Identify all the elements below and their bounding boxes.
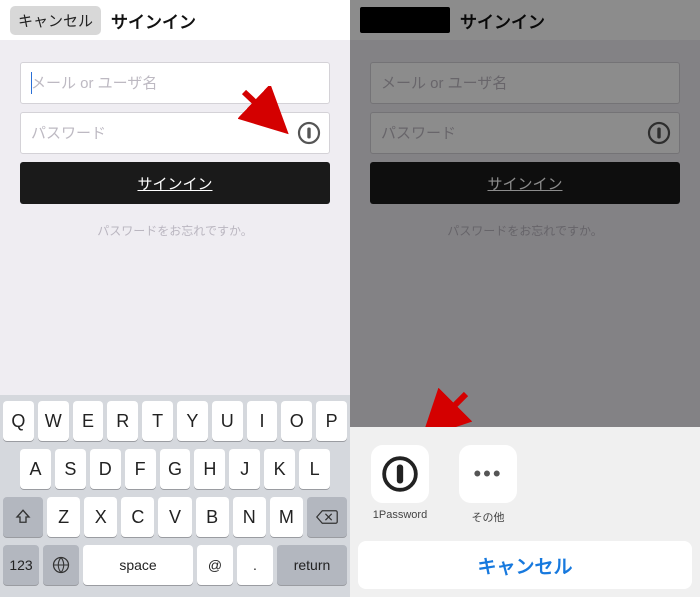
key-h[interactable]: H xyxy=(194,449,225,489)
key-return[interactable]: return xyxy=(277,545,347,585)
key-k[interactable]: K xyxy=(264,449,295,489)
key-f[interactable]: F xyxy=(125,449,156,489)
keyboard-row-1: Q W E R T Y U I O P xyxy=(3,401,347,441)
sheet-item-1password[interactable]: 1Password xyxy=(368,445,432,525)
keyboard-row-3: Z X C V B N M xyxy=(3,497,347,537)
forgot-password-link[interactable]: パスワードをお忘れですか。 xyxy=(370,222,680,239)
key-s[interactable]: S xyxy=(55,449,86,489)
key-v[interactable]: V xyxy=(158,497,191,537)
key-b[interactable]: B xyxy=(196,497,229,537)
screen-right: サインイン サインイン パスワードをお忘れですか。 xyxy=(350,0,700,597)
key-dot[interactable]: . xyxy=(237,545,273,585)
onepassword-icon[interactable] xyxy=(297,121,321,145)
keyboard-row-4: 123 space @ . return xyxy=(3,545,347,585)
globe-icon[interactable] xyxy=(43,545,79,585)
cancel-button[interactable]: キャンセル xyxy=(10,6,101,35)
key-y[interactable]: Y xyxy=(177,401,208,441)
key-at[interactable]: @ xyxy=(197,545,233,585)
key-o[interactable]: O xyxy=(281,401,312,441)
backspace-icon[interactable] xyxy=(307,497,347,537)
key-l[interactable]: L xyxy=(299,449,330,489)
forgot-password-link[interactable]: パスワードをお忘れですか。 xyxy=(20,222,330,239)
email-field[interactable] xyxy=(31,75,319,92)
sheet-item-label: 1Password xyxy=(373,509,427,521)
key-e[interactable]: E xyxy=(73,401,104,441)
key-t[interactable]: T xyxy=(142,401,173,441)
password-field-wrap[interactable] xyxy=(370,112,680,154)
keyboard: Q W E R T Y U I O P A S D F G H J K L Z xyxy=(0,395,350,597)
signin-button[interactable]: サインイン xyxy=(370,162,680,204)
key-i[interactable]: I xyxy=(247,401,278,441)
email-field[interactable] xyxy=(381,75,669,92)
more-icon: ••• xyxy=(459,445,517,503)
key-123[interactable]: 123 xyxy=(3,545,39,585)
redacted-button xyxy=(360,7,450,33)
key-q[interactable]: Q xyxy=(3,401,34,441)
key-g[interactable]: G xyxy=(160,449,191,489)
key-p[interactable]: P xyxy=(316,401,347,441)
share-sheet: 1Password ••• その他 キャンセル xyxy=(350,427,700,597)
password-field-wrap[interactable] xyxy=(20,112,330,154)
keyboard-row-2: A S D F G H J K L xyxy=(3,449,347,489)
key-z[interactable]: Z xyxy=(47,497,80,537)
key-j[interactable]: J xyxy=(229,449,260,489)
key-a[interactable]: A xyxy=(20,449,51,489)
sheet-item-more[interactable]: ••• その他 xyxy=(456,445,520,525)
key-c[interactable]: C xyxy=(121,497,154,537)
page-title: サインイン xyxy=(111,8,196,33)
password-field[interactable] xyxy=(381,125,669,142)
password-field[interactable] xyxy=(31,125,319,142)
key-x[interactable]: X xyxy=(84,497,117,537)
screen-left: キャンセル サインイン サインイン パスワードをお忘れですか。 xyxy=(0,0,350,597)
key-r[interactable]: R xyxy=(107,401,138,441)
key-d[interactable]: D xyxy=(90,449,121,489)
page-title: サインイン xyxy=(460,8,545,33)
sheet-item-label: その他 xyxy=(472,509,505,525)
key-u[interactable]: U xyxy=(212,401,243,441)
onepassword-icon xyxy=(371,445,429,503)
shift-icon[interactable] xyxy=(3,497,43,537)
key-n[interactable]: N xyxy=(233,497,266,537)
key-w[interactable]: W xyxy=(38,401,69,441)
text-caret xyxy=(31,72,32,94)
onepassword-icon[interactable] xyxy=(647,121,671,145)
key-m[interactable]: M xyxy=(270,497,303,537)
key-space[interactable]: space xyxy=(83,545,193,585)
sheet-cancel-button[interactable]: キャンセル xyxy=(358,541,692,589)
nav-bar: キャンセル サインイン xyxy=(0,0,350,40)
nav-bar: サインイン xyxy=(350,0,700,40)
email-field-wrap[interactable] xyxy=(20,62,330,104)
signin-button[interactable]: サインイン xyxy=(20,162,330,204)
email-field-wrap[interactable] xyxy=(370,62,680,104)
